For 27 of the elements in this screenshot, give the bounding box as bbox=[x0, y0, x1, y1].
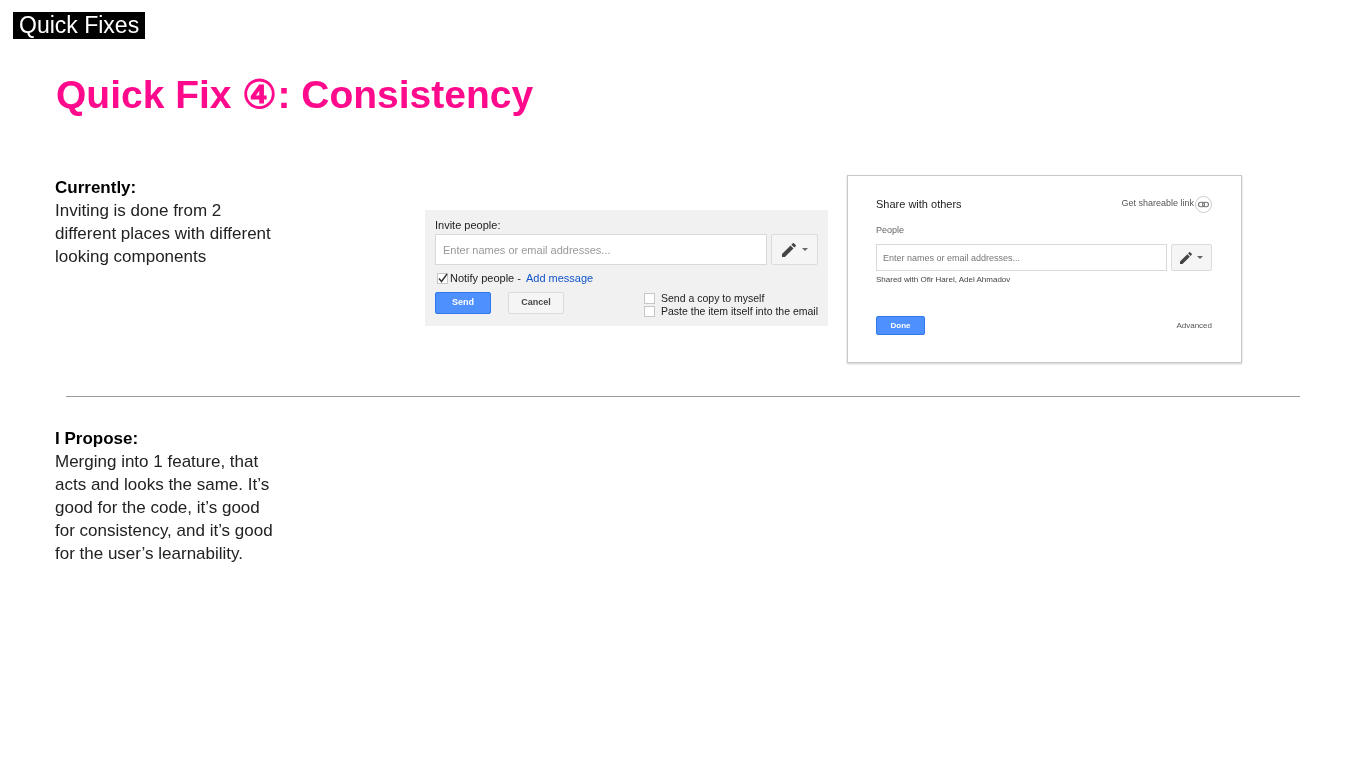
input-field[interactable]: Enter names or email addresses... bbox=[435, 234, 767, 265]
input-field[interactable]: Enter names or email addresses... bbox=[876, 244, 1167, 271]
caret-icon bbox=[1197, 256, 1203, 259]
field-label: Invite people: bbox=[435, 219, 501, 232]
section-heading: I Propose: bbox=[55, 428, 139, 450]
pencil-icon bbox=[781, 242, 796, 257]
advanced-link[interactable]: Advanced bbox=[1176, 319, 1212, 332]
proposal-text: Merging into 1 feature, that acts and looks the same. It’s good for the code, it’s good for consistency, and it’s good for the user’s learnability. bbox=[55, 451, 273, 565]
checkbox-label: Paste the item itself into the email bbox=[661, 305, 818, 318]
field-label: People bbox=[876, 225, 905, 236]
pencil-icon bbox=[1180, 251, 1192, 264]
checkbox[interactable] bbox=[437, 273, 448, 284]
caret-icon bbox=[801, 248, 808, 251]
slide-title: Quick Fix ④: Consistency bbox=[56, 72, 534, 118]
checkbox-label: Send a copy to myself bbox=[661, 292, 765, 305]
description-text: Inviting is done from 2 different places with different looking components bbox=[55, 200, 271, 268]
section-label: Quick Fixes bbox=[13, 12, 146, 39]
dialog-title: Share with others bbox=[876, 196, 962, 212]
link-icon bbox=[1195, 195, 1212, 213]
checkbox-label: Notify people - bbox=[450, 272, 521, 285]
shareable-link[interactable]: Get shareable link bbox=[1121, 197, 1194, 211]
permission-dropdown[interactable] bbox=[771, 234, 818, 265]
secondary-button[interactable]: Cancel bbox=[508, 292, 564, 314]
section-heading: Currently: bbox=[55, 177, 137, 199]
shared-with-text: Shared with Ofir Harel, Adel Ahmadov bbox=[876, 274, 1011, 285]
add-message-link[interactable]: Add message bbox=[525, 272, 594, 285]
permission-dropdown[interactable] bbox=[1171, 244, 1212, 271]
